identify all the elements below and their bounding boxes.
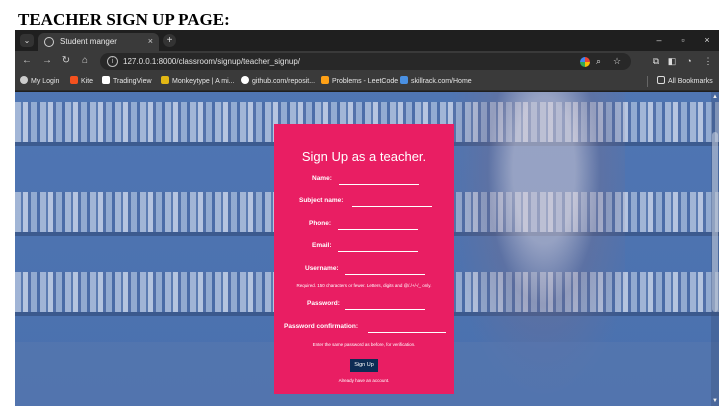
- name-field[interactable]: [339, 174, 419, 185]
- kite-icon: [70, 76, 78, 85]
- bookmark-tradingview[interactable]: TradingView: [102, 75, 152, 88]
- password-confirmation-input[interactable]: [368, 322, 446, 332]
- password-label: Password:: [307, 300, 340, 307]
- name-label: Name:: [312, 175, 332, 182]
- password-help-text: Enter the same password as before, for v…: [312, 342, 416, 347]
- username-label: Username:: [305, 265, 339, 272]
- zoom-icon[interactable]: ⌕: [596, 56, 601, 67]
- browser-window: ⌄ Student manger × + – ▫ × ← → ↻ ⌂ i 127…: [15, 30, 719, 406]
- skillrack-icon: [400, 76, 408, 85]
- reload-icon[interactable]: ↻: [59, 54, 73, 68]
- bookmarks-bar: My Login Kite TradingView Monkeytype | A…: [15, 72, 719, 91]
- subject-input[interactable]: [352, 196, 432, 206]
- minimize-icon[interactable]: –: [649, 33, 669, 47]
- browser-toolbar: ← → ↻ ⌂ i 127.0.0.1:8000/classroom/signu…: [15, 51, 719, 72]
- bookmark-label: TradingView: [113, 78, 152, 85]
- login-link[interactable]: Already have an account.: [274, 378, 454, 383]
- address-bar[interactable]: i 127.0.0.1:8000/classroom/signup/teache…: [100, 53, 631, 70]
- password-confirmation-field[interactable]: [368, 322, 446, 333]
- bookmark-leetcode[interactable]: Problems - LeetCode: [321, 75, 398, 88]
- bookmark-github[interactable]: github.com/reposit...: [241, 75, 315, 88]
- profile-icon[interactable]: ◔: [682, 54, 696, 68]
- tab-close-icon[interactable]: ×: [148, 35, 153, 47]
- menu-icon[interactable]: ⋮: [701, 54, 715, 68]
- phone-field[interactable]: [338, 219, 418, 230]
- username-field[interactable]: [345, 264, 425, 275]
- home-icon[interactable]: ⌂: [78, 54, 92, 68]
- extensions-icon[interactable]: ⧉: [649, 54, 663, 68]
- bookmark-label: skillrack.com/Home: [411, 78, 472, 85]
- username-input[interactable]: [345, 264, 425, 274]
- bookmark-star-icon[interactable]: ☆: [613, 56, 621, 67]
- forward-icon[interactable]: →: [40, 54, 54, 68]
- password-confirmation-label: Password confirmation:: [284, 323, 359, 330]
- restore-icon[interactable]: ▫: [673, 33, 693, 47]
- tab-title: Student manger: [60, 37, 117, 46]
- document-heading: TEACHER SIGN UP PAGE:: [18, 10, 230, 29]
- back-icon[interactable]: ←: [20, 54, 34, 68]
- google-lens-icon[interactable]: [580, 57, 590, 67]
- bookmark-skillrack[interactable]: skillrack.com/Home: [400, 75, 472, 88]
- bookmark-monkeytype[interactable]: Monkeytype | A mi...: [161, 75, 235, 88]
- url-text: 127.0.0.1:8000/classroom/signup/teacher_…: [123, 57, 301, 66]
- password-input[interactable]: [345, 299, 425, 309]
- close-window-icon[interactable]: ×: [697, 33, 717, 47]
- page-viewport: Sign Up as a teacher. Name: Subject name…: [15, 92, 719, 406]
- page-scrollbar[interactable]: ▲ ▼: [711, 92, 719, 406]
- scrollbar-thumb[interactable]: [712, 132, 718, 312]
- name-input[interactable]: [339, 174, 419, 184]
- password-field[interactable]: [345, 299, 425, 310]
- bookmark-label: Kite: [81, 78, 94, 85]
- subject-label: Subject name:: [299, 197, 344, 204]
- bookmark-kite[interactable]: Kite: [70, 75, 93, 88]
- tab-search-icon[interactable]: ⌄: [20, 34, 34, 47]
- bookmarks-divider: [647, 76, 648, 87]
- globe-icon: [44, 37, 54, 47]
- bookmark-label: Monkeytype | A mi...: [172, 78, 235, 85]
- form-title: Sign Up as a teacher.: [301, 149, 427, 164]
- email-field[interactable]: [338, 241, 418, 252]
- leetcode-icon: [321, 76, 329, 85]
- bookmark-icon: [20, 76, 28, 85]
- bookmark-label: Problems - LeetCode: [332, 78, 399, 85]
- new-tab-button[interactable]: +: [163, 34, 176, 47]
- all-bookmarks-label: All Bookmarks: [668, 78, 713, 85]
- phone-label: Phone:: [309, 220, 332, 227]
- email-input[interactable]: [338, 241, 418, 251]
- monkeytype-icon: [161, 76, 169, 85]
- site-info-icon[interactable]: i: [107, 56, 118, 67]
- bookmark-label: github.com/reposit...: [252, 78, 316, 85]
- browser-tab[interactable]: Student manger ×: [38, 33, 159, 51]
- bookmark-my-login[interactable]: My Login: [20, 75, 59, 88]
- scroll-up-icon[interactable]: ▲: [712, 93, 718, 101]
- phone-input[interactable]: [338, 219, 418, 229]
- sign-up-button[interactable]: Sign Up: [350, 359, 378, 372]
- scroll-down-icon[interactable]: ▼: [712, 397, 718, 405]
- bookmark-label: My Login: [31, 78, 60, 85]
- side-panel-icon[interactable]: ◧: [665, 54, 679, 68]
- subject-field[interactable]: [352, 196, 432, 207]
- tab-strip: ⌄ Student manger × + – ▫ ×: [15, 30, 719, 51]
- tradingview-icon: [102, 76, 110, 85]
- folder-icon: [657, 76, 665, 85]
- email-label: Email:: [312, 242, 332, 249]
- github-icon: [241, 76, 249, 85]
- signup-form: Sign Up as a teacher. Name: Subject name…: [274, 124, 454, 394]
- all-bookmarks-folder[interactable]: All Bookmarks: [657, 75, 713, 88]
- username-help-text: Required. 150 characters or fewer. Lette…: [296, 283, 432, 288]
